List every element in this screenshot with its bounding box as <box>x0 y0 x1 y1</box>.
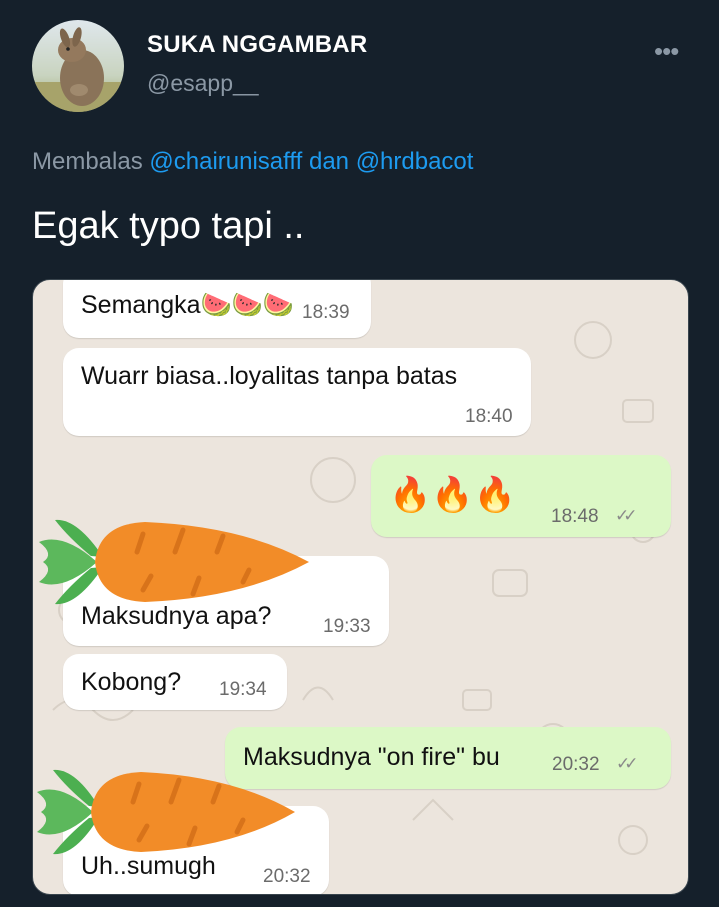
reply-user-link[interactable]: @hrdbacot <box>356 148 474 175</box>
message-bubble-incoming[interactable]: Semangka🍉🍉🍉 18:39 <box>63 280 371 338</box>
reply-prefix: Membalas <box>32 148 143 175</box>
message-text: Wuarr biasa..loyalitas tanpa batas <box>81 362 458 390</box>
message-text: Semangka🍉🍉🍉 <box>81 291 294 319</box>
rabbit-photo-icon <box>32 20 124 112</box>
tweet-media-image[interactable]: Semangka🍉🍉🍉 18:39 Wuarr biasa..loyalitas… <box>32 279 689 895</box>
message-bubble-incoming[interactable]: Wuarr biasa..loyalitas tanpa batas 18:40 <box>63 348 531 436</box>
message-bubble-incoming[interactable]: Kobong? 19:34 <box>63 654 287 710</box>
message-time: 19:34 <box>219 679 267 700</box>
carrot-sticker-icon <box>39 519 309 605</box>
tweet-text: Egak typo tapi .. <box>32 205 305 247</box>
message-time: 18:48 <box>551 506 599 527</box>
message-time: 20:32 <box>552 754 600 775</box>
read-ticks-icon: ✓✓ <box>616 754 638 773</box>
display-name[interactable]: SUKA NGGAMBAR <box>147 31 367 59</box>
message-bubble-outgoing[interactable]: 🔥🔥🔥 18:48 ✓✓ <box>371 455 671 537</box>
carrot-sticker-icon <box>37 769 295 855</box>
username-handle[interactable]: @esapp__ <box>147 70 259 97</box>
reply-user-link[interactable]: @chairunisafff <box>149 148 302 175</box>
reply-context: Membalas @chairunisafff dan @hrdbacot <box>32 148 473 176</box>
message-time: 18:39 <box>302 302 350 323</box>
more-options-icon[interactable]: ••• <box>654 36 679 67</box>
message-time: 20:32 <box>263 866 311 887</box>
message-text: 🔥🔥🔥 <box>389 476 517 514</box>
message-time: 19:33 <box>323 616 371 637</box>
avatar[interactable] <box>32 20 124 112</box>
read-ticks-icon: ✓✓ <box>615 506 637 525</box>
message-text: Kobong? <box>81 668 182 696</box>
message-time: 18:40 <box>465 406 513 427</box>
reply-conjunction: dan <box>308 148 350 175</box>
